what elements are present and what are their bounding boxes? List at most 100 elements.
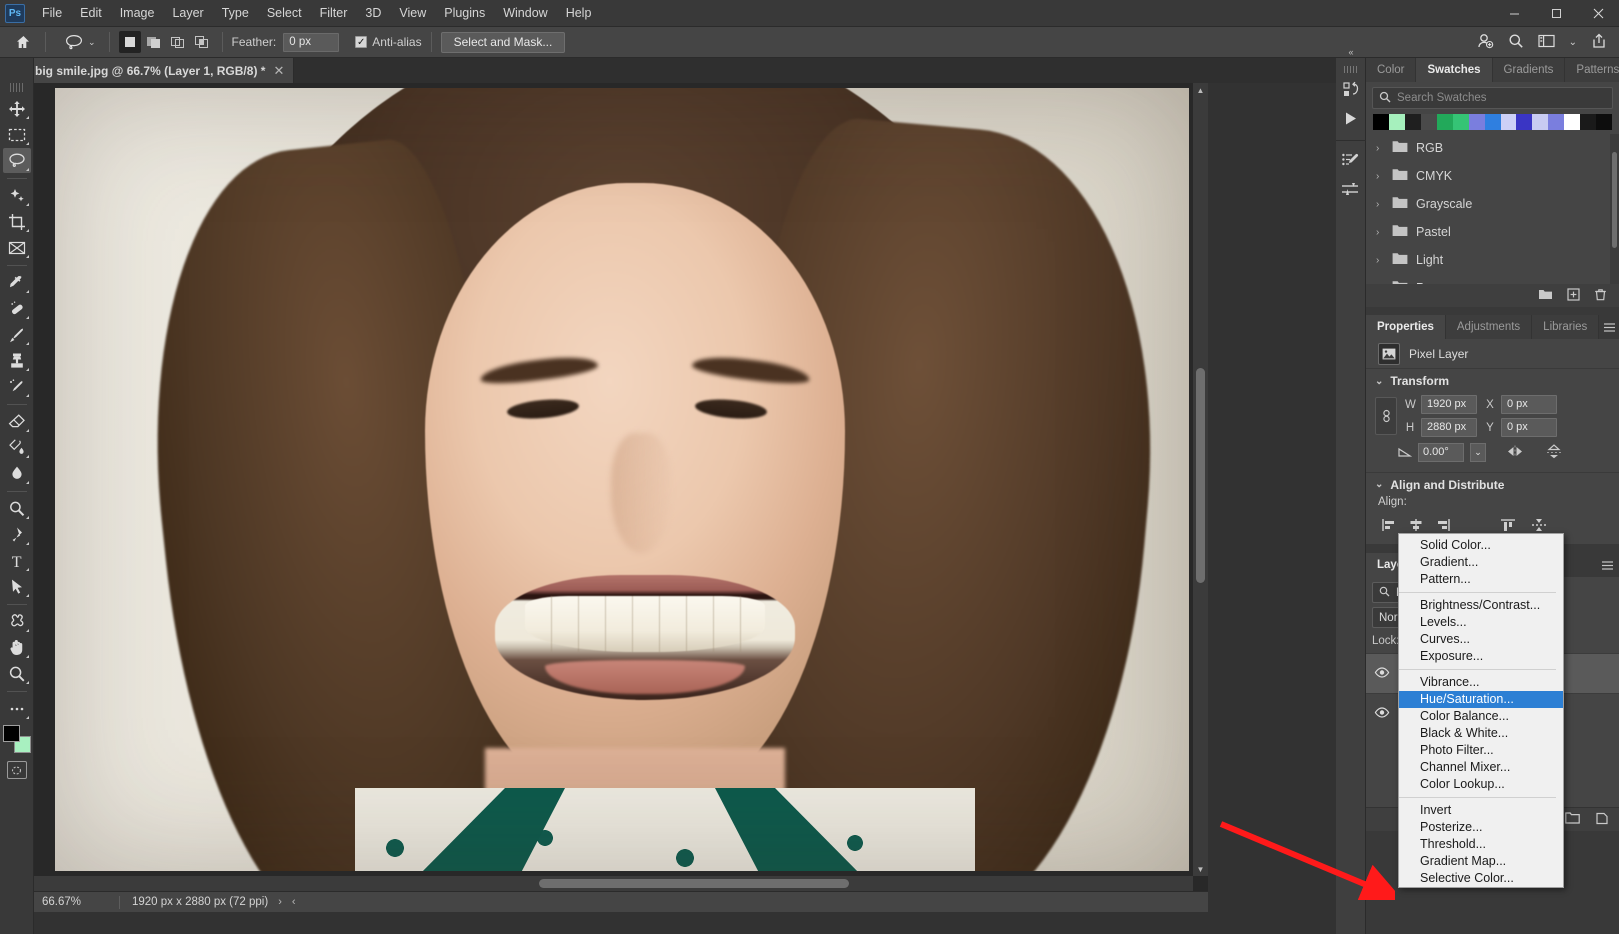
swatch-folder-pastel[interactable]: › Pastel — [1366, 218, 1619, 246]
swatch-color[interactable] — [1516, 114, 1533, 130]
menu-filter[interactable]: Filter — [311, 2, 357, 24]
menu-window[interactable]: Window — [494, 2, 556, 24]
spot-healing-brush-tool[interactable] — [3, 296, 31, 321]
chevron-right-icon[interactable]: › — [1376, 199, 1384, 210]
chevron-right-icon[interactable]: › — [1376, 283, 1384, 285]
swatch-color[interactable] — [1404, 114, 1421, 130]
workspace-icon[interactable] — [1538, 34, 1555, 51]
swatch-color[interactable] — [1373, 114, 1389, 130]
custom-shape-tool[interactable] — [3, 609, 31, 634]
chevron-down-icon[interactable]: ⌄ — [1375, 376, 1383, 387]
swatch-color[interactable] — [1564, 114, 1581, 130]
scroll-up-icon[interactable]: ▲ — [1193, 83, 1208, 97]
scrollbar-thumb[interactable] — [1196, 368, 1205, 583]
canvas-horizontal-scrollbar[interactable] — [34, 876, 1193, 891]
swatch-color[interactable] — [1436, 114, 1453, 130]
swatch-color[interactable] — [1580, 114, 1597, 130]
home-icon[interactable] — [10, 31, 36, 53]
anti-alias-checkbox[interactable]: ✓ Anti-alias — [355, 35, 422, 49]
swatch-color[interactable] — [1532, 114, 1549, 130]
chevron-down-icon[interactable]: ⌄ — [1569, 37, 1577, 48]
swatch-folder-rgb[interactable]: › RGB — [1366, 134, 1619, 162]
menu-item-black-white[interactable]: Black & White... — [1399, 725, 1563, 742]
crop-tool[interactable] — [3, 209, 31, 234]
chevron-right-icon[interactable]: › — [1376, 143, 1384, 154]
tab-libraries[interactable]: Libraries — [1532, 315, 1600, 339]
object-selection-tool[interactable] — [3, 183, 31, 208]
swatch-color[interactable] — [1548, 114, 1565, 130]
subtract-from-selection-button[interactable] — [167, 31, 189, 53]
new-swatch-icon[interactable] — [1567, 287, 1580, 304]
type-tool[interactable]: T — [3, 548, 31, 573]
menu-item-posterize[interactable]: Posterize... — [1399, 819, 1563, 836]
angle-input[interactable]: 0.00° — [1418, 443, 1464, 462]
menu-item-vibrance[interactable]: Vibrance... — [1399, 674, 1563, 691]
eye-icon[interactable] — [1374, 706, 1390, 721]
panel-menu-icon[interactable] — [1599, 315, 1619, 339]
scrollbar-thumb[interactable] — [1612, 152, 1617, 248]
canvas-vertical-scrollbar[interactable]: ▲ ▼ — [1193, 83, 1208, 876]
menu-item-hue-saturation[interactable]: Hue/Saturation... — [1399, 691, 1563, 708]
tab-patterns[interactable]: Patterns — [1565, 58, 1619, 82]
collapse-dock-button[interactable]: « — [1336, 46, 1366, 58]
active-tool-preset[interactable]: ⌄ — [61, 32, 100, 53]
tab-swatches[interactable]: Swatches — [1416, 58, 1493, 82]
rail-grip[interactable] — [1344, 66, 1357, 73]
menu-item-curves[interactable]: Curves... — [1399, 631, 1563, 648]
swatch-folder-grayscale[interactable]: › Grayscale — [1366, 190, 1619, 218]
x-input[interactable]: 0 px — [1501, 395, 1557, 414]
swatches-scrollbar[interactable] — [1610, 134, 1619, 284]
swatch-folder-cmyk[interactable]: › CMYK — [1366, 162, 1619, 190]
chevron-right-icon[interactable]: › — [1376, 255, 1384, 266]
blur-tool[interactable] — [3, 461, 31, 486]
add-to-selection-button[interactable] — [143, 31, 165, 53]
new-group-icon[interactable] — [1538, 288, 1553, 304]
canvas-area[interactable]: ▲ ▼ — [34, 83, 1208, 891]
swatch-color[interactable] — [1484, 114, 1501, 130]
path-selection-tool[interactable] — [3, 574, 31, 599]
frame-tool[interactable] — [3, 235, 31, 260]
swatch-folder-light[interactable]: › Light — [1366, 246, 1619, 274]
panel-menu-icon[interactable] — [1595, 553, 1619, 577]
menu-item-threshold[interactable]: Threshold... — [1399, 836, 1563, 853]
select-and-mask-button[interactable]: Select and Mask... — [440, 31, 566, 53]
menu-image[interactable]: Image — [111, 2, 164, 24]
swatch-color-strip[interactable] — [1373, 114, 1613, 130]
intersect-with-selection-button[interactable] — [191, 31, 213, 53]
pen-tool[interactable] — [3, 522, 31, 547]
menu-select[interactable]: Select — [258, 2, 311, 24]
height-input[interactable]: 2880 px — [1421, 418, 1477, 437]
close-icon[interactable]: ✕ — [273, 63, 284, 79]
transform-section-header[interactable]: ⌄ Transform — [1366, 369, 1619, 393]
menu-3d[interactable]: 3D — [356, 2, 390, 24]
rectangular-marquee-tool[interactable] — [3, 122, 31, 147]
tab-properties[interactable]: Properties — [1366, 315, 1446, 339]
move-tool[interactable] — [3, 96, 31, 121]
chevron-right-icon[interactable]: › — [1376, 171, 1384, 182]
link-dimensions-icon[interactable] — [1375, 397, 1397, 435]
chevron-right-icon[interactable]: › — [1376, 227, 1384, 238]
edit-toolbar-tool[interactable] — [3, 696, 31, 721]
menu-item-brightness-contrast[interactable]: Brightness/Contrast... — [1399, 597, 1563, 614]
new-selection-button[interactable] — [118, 31, 141, 53]
delete-swatch-icon[interactable] — [1594, 288, 1607, 304]
menu-item-invert[interactable]: Invert — [1399, 802, 1563, 819]
menu-item-color-lookup[interactable]: Color Lookup... — [1399, 776, 1563, 793]
width-input[interactable]: 1920 px — [1421, 395, 1477, 414]
chevron-down-icon[interactable]: ⌄ — [1470, 443, 1486, 462]
swatches-search-input[interactable]: Search Swatches — [1372, 87, 1613, 109]
menu-item-channel-mixer[interactable]: Channel Mixer... — [1399, 759, 1563, 776]
maximize-button[interactable] — [1535, 0, 1577, 27]
flip-horizontal-icon[interactable] — [1506, 445, 1524, 461]
flip-vertical-icon[interactable] — [1546, 443, 1562, 462]
swatch-color[interactable] — [1500, 114, 1517, 130]
menu-plugins[interactable]: Plugins — [435, 2, 494, 24]
eye-icon[interactable] — [1374, 666, 1390, 681]
zoom-level[interactable]: 66.67% — [34, 896, 119, 908]
menu-item-selective-color[interactable]: Selective Color... — [1399, 870, 1563, 887]
scrollbar-thumb[interactable] — [539, 879, 849, 888]
status-collapse-icon[interactable]: ‹ — [292, 896, 296, 908]
y-input[interactable]: 0 px — [1501, 418, 1557, 437]
actions-icon[interactable] — [1338, 147, 1364, 173]
close-button[interactable] — [1577, 0, 1619, 27]
